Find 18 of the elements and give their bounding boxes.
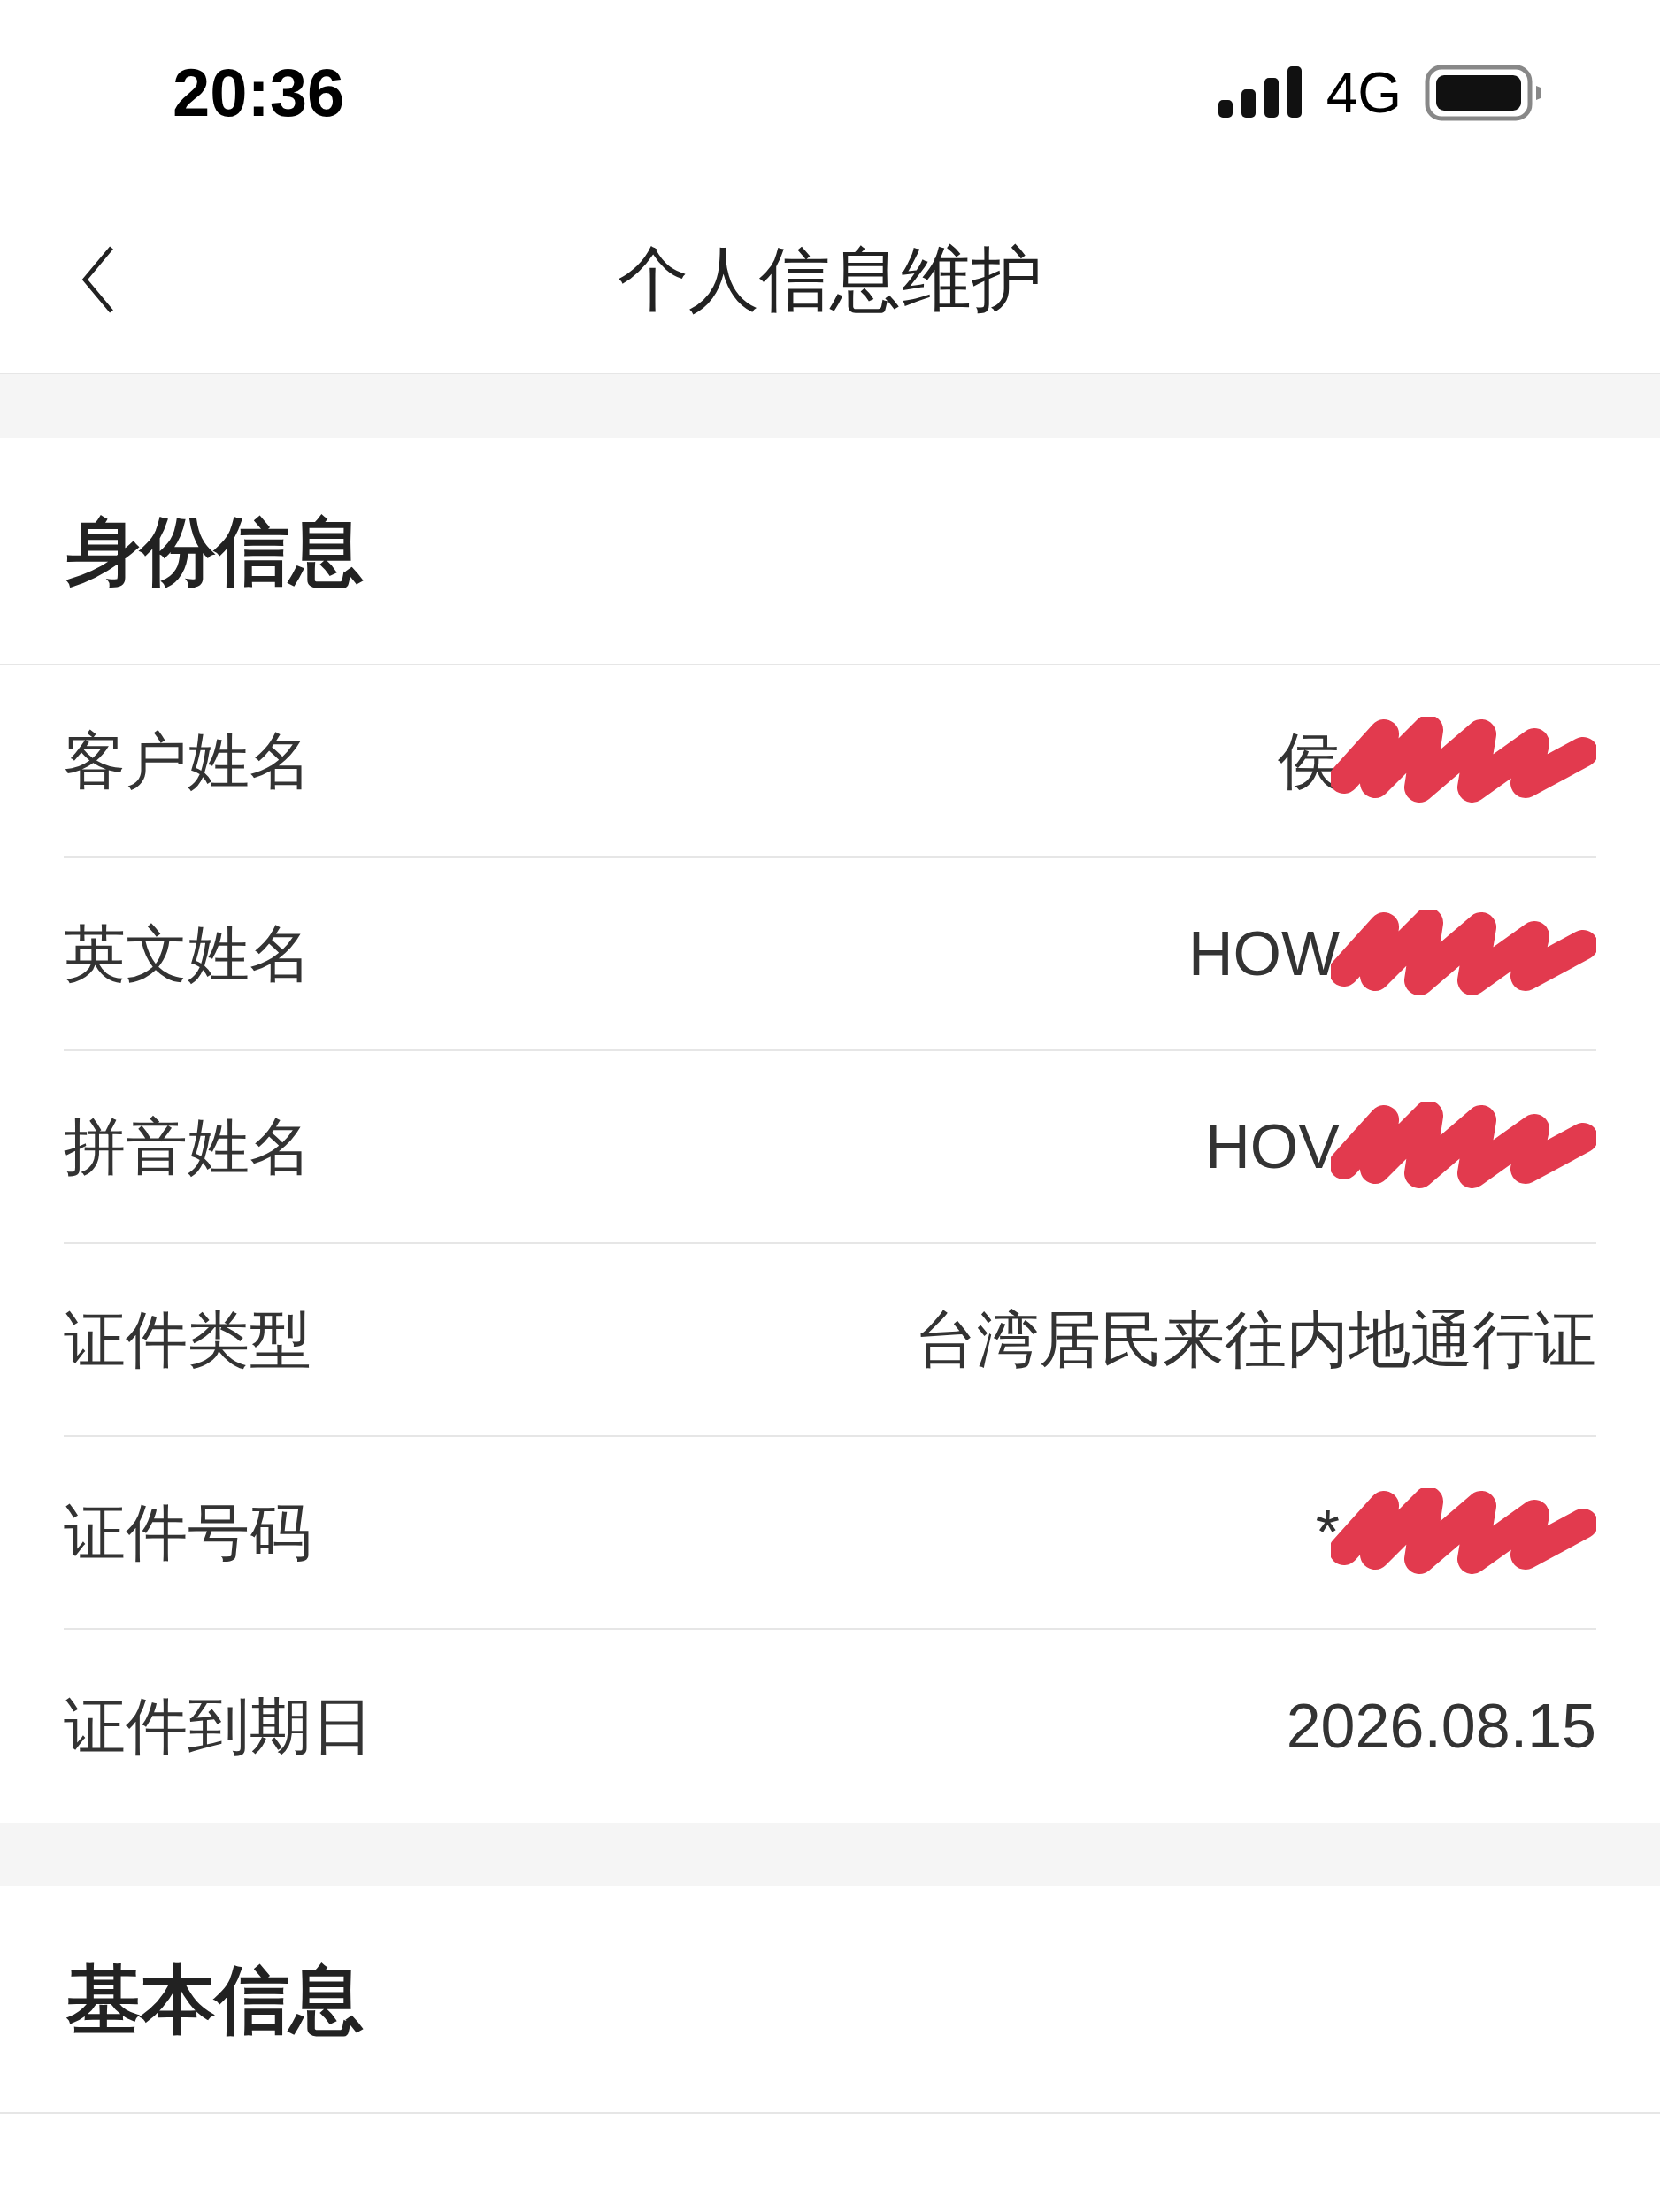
section-title: 身份信息 — [66, 506, 364, 596]
field-label: 客户姓名 — [64, 723, 311, 799]
network-label: 4G — [1326, 60, 1402, 127]
section-title: 基本信息 — [66, 1955, 364, 2045]
signal-icon — [1218, 66, 1303, 119]
field-label: 证件到期日 — [64, 1688, 373, 1764]
field-value: 2026.08.15 — [1286, 1690, 1596, 1763]
field-label: 证件类型 — [64, 1302, 311, 1378]
field-value: * — [1315, 1496, 1340, 1569]
status-time: 20:36 — [173, 54, 345, 132]
field-value: 台湾居民来往内地通行证 — [915, 1303, 1596, 1376]
page-title: 个人信息维护 — [618, 236, 1042, 322]
field-label: 拼音姓名 — [64, 1109, 311, 1185]
field-label: 英文姓名 — [64, 916, 311, 992]
field-value: HOV — [1205, 1110, 1340, 1183]
field-label: 证件号码 — [64, 1494, 311, 1571]
field-value: 侯 — [1278, 725, 1340, 797]
field-value: HOW — [1187, 918, 1340, 990]
